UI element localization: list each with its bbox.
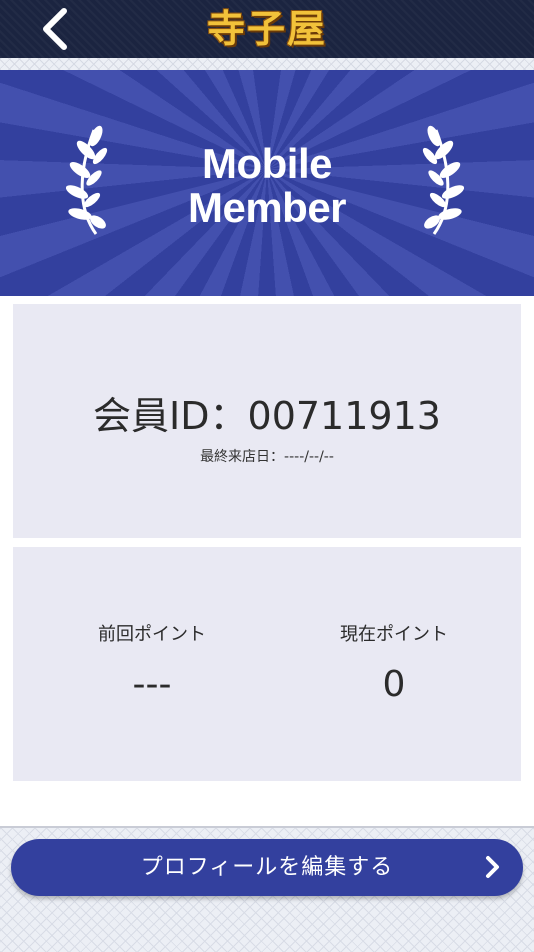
edit-profile-button[interactable]: プロフィールを編集する xyxy=(11,839,523,896)
chevron-right-icon xyxy=(486,856,499,878)
member-id-card: 会員ID：00711913 最終来店日：----/--/-- xyxy=(13,304,521,538)
last-visit-date: 最終来店日：----/--/-- xyxy=(200,449,334,465)
current-points-label: 現在ポイント xyxy=(340,624,448,645)
previous-points: 前回ポイント --- xyxy=(25,623,279,707)
current-points: 現在ポイント 0 xyxy=(267,623,521,707)
previous-points-value: --- xyxy=(132,664,172,705)
edit-profile-label: プロフィールを編集する xyxy=(140,855,394,880)
current-points-value: 0 xyxy=(382,664,406,705)
member-id: 会員ID：00711913 xyxy=(93,394,441,438)
previous-points-label: 前回ポイント xyxy=(98,624,206,645)
app-logo: 寺子屋 xyxy=(206,6,327,51)
points-card: 前回ポイント --- 現在ポイント 0 xyxy=(13,547,521,781)
app-header: 寺子屋 xyxy=(0,0,534,59)
member-banner: Mobile Member xyxy=(0,70,534,296)
laurel-right-icon xyxy=(422,125,464,235)
header-pattern-strip xyxy=(0,58,534,70)
